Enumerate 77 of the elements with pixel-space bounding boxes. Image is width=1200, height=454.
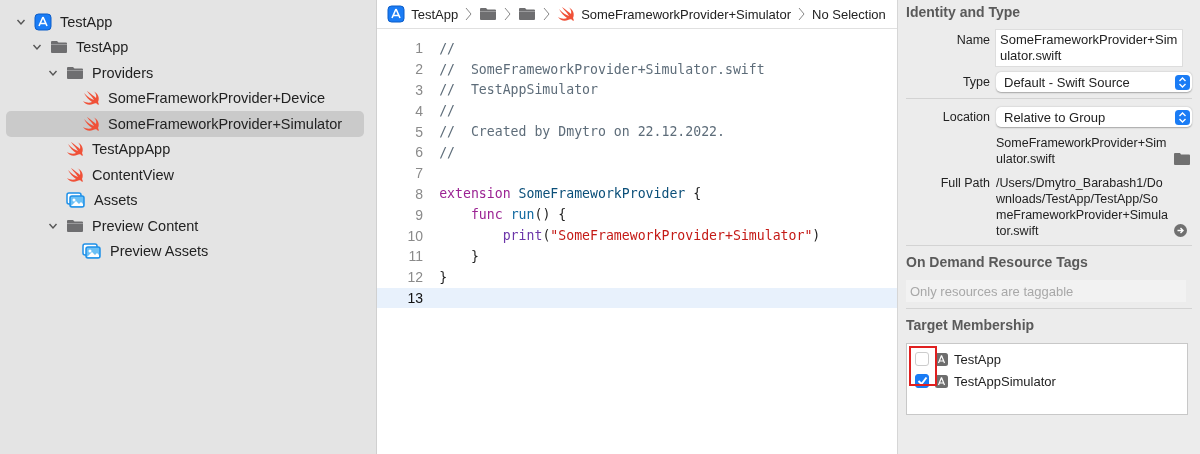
code-line: } — [439, 269, 448, 285]
code-line: // TestAppSimulator — [439, 82, 598, 98]
breadcrumb-item[interactable] — [518, 7, 537, 21]
section-title: On Demand Resource Tags — [906, 254, 1089, 270]
breadcrumb-item[interactable]: No Selection — [812, 6, 886, 22]
swift-icon — [82, 90, 100, 107]
folder-icon[interactable] — [1174, 153, 1190, 165]
code-line: // — [439, 144, 456, 160]
folder-icon — [479, 7, 498, 21]
line-number: 13 — [406, 289, 425, 306]
field-label: Full Path — [939, 175, 991, 191]
line-number: 11 — [407, 248, 425, 265]
image-stack-icon — [82, 243, 102, 260]
code-line: extension SomeFrameworkProvider { — [439, 186, 702, 202]
swift-icon — [66, 141, 84, 158]
line-number: 12 — [406, 269, 425, 286]
app-icon — [34, 12, 52, 31]
folder-icon — [66, 218, 84, 233]
breadcrumb-item[interactable] — [479, 7, 498, 21]
line-number: 6 — [414, 144, 425, 161]
navigator-item[interactable]: TestAppApp — [6, 136, 365, 162]
section-title: Identity and Type — [906, 4, 1022, 20]
line-number: 10 — [406, 227, 425, 244]
target-label: TestApp — [954, 351, 1001, 367]
chevron-icon — [465, 7, 473, 21]
navigator-item[interactable]: Providers — [6, 60, 365, 86]
app-icon — [387, 5, 406, 23]
navigator-item[interactable]: TestApp — [6, 9, 365, 35]
chevron-icon — [504, 7, 512, 21]
section-title: Target Membership — [906, 317, 1036, 333]
navigator-item[interactable]: SomeFrameworkProvider+Device — [6, 85, 365, 111]
navigator-item[interactable]: Preview Assets — [6, 238, 365, 264]
code-line: func run() { — [469, 207, 567, 223]
swift-icon — [66, 166, 84, 183]
field-label: Name — [955, 32, 991, 48]
swift-icon — [82, 115, 100, 132]
reveal-arrow-icon[interactable] — [1174, 224, 1187, 237]
navigator-item[interactable]: Preview Content — [6, 213, 365, 239]
code-line: print("SomeFrameworkProvider+Simulator") — [501, 228, 821, 244]
checkbox[interactable] — [915, 352, 929, 366]
chevron-icon — [543, 7, 551, 21]
disclosure-icon[interactable] — [32, 42, 42, 53]
navigator-item[interactable]: TestApp — [6, 34, 365, 60]
name-field[interactable]: SomeFrameworkProvider+Simulator.swift — [996, 30, 1182, 66]
line-number: 9 — [414, 206, 425, 223]
code-line: // — [439, 103, 456, 119]
navigator-item[interactable]: ContentView — [6, 162, 365, 188]
line-number: 5 — [414, 123, 425, 140]
image-stack-icon — [66, 192, 86, 209]
breadcrumb-item[interactable]: TestApp — [387, 5, 459, 23]
folder-icon — [66, 65, 84, 80]
stepper-icon — [1175, 109, 1190, 125]
location-popup[interactable]: Relative to Group — [996, 107, 1192, 127]
navigator-item[interactable]: Assets — [6, 187, 365, 213]
code-line: // — [439, 40, 456, 56]
line-number: 3 — [414, 82, 425, 98]
line-number: 8 — [414, 185, 425, 202]
line-number: 7 — [414, 165, 425, 182]
code-line: } — [469, 248, 479, 264]
folder-icon — [518, 7, 537, 21]
stepper-icon — [1175, 74, 1190, 90]
breadcrumb-item[interactable]: SomeFrameworkProvider+Simulator — [557, 6, 791, 22]
line-number: 2 — [414, 61, 425, 78]
line-number: 4 — [414, 102, 425, 119]
navigator-item[interactable]: SomeFrameworkProvider+Simulator — [6, 111, 365, 137]
type-popup[interactable]: Default - Swift Source — [996, 72, 1192, 92]
line-number: 1 — [414, 40, 425, 57]
field-label: Location — [941, 109, 991, 125]
target-label: TestAppSimulator — [954, 373, 1056, 389]
folder-icon — [50, 40, 68, 55]
field-label: Type — [961, 74, 991, 90]
full-path: /Users/Dmytro_Barabash1/Downloads/TestApp/TestApp/SomeFrameworkProvider+Simulator.swift — [996, 175, 1168, 239]
swift-icon — [557, 6, 576, 22]
code-line: // SomeFrameworkProvider+Simulator.swift — [439, 61, 765, 77]
chevron-icon — [798, 7, 805, 21]
code-line: // Created by Dmytro on 22.12.2022. — [439, 124, 725, 140]
location-path: SomeFrameworkProvider+Simulator.swift — [996, 135, 1168, 167]
